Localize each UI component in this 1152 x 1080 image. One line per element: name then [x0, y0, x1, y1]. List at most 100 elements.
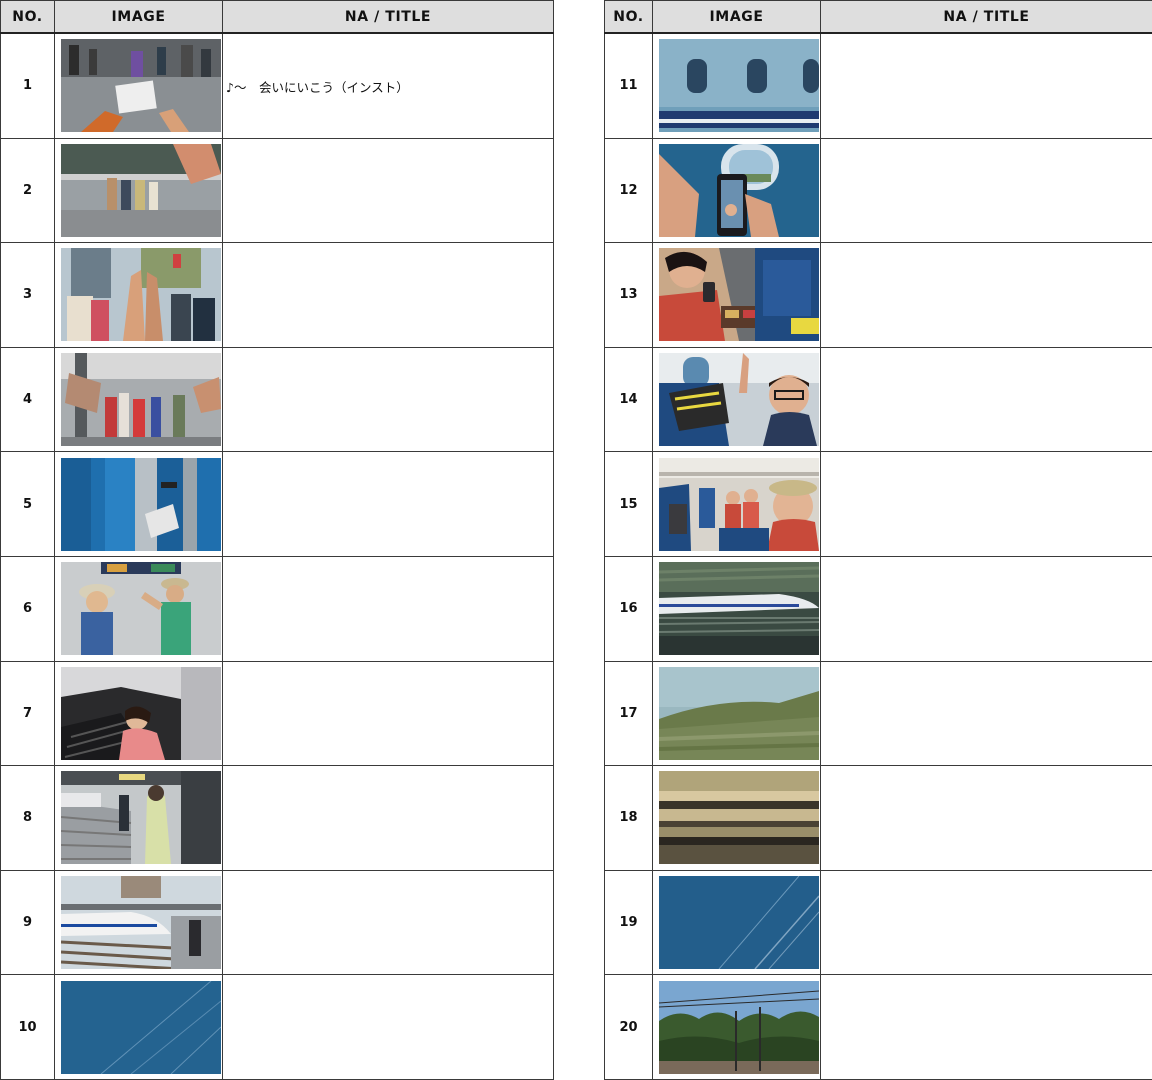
scene-number: 8: [0, 765, 55, 871]
header-image: IMAGE: [652, 0, 821, 34]
na-title-cell: [820, 765, 1152, 871]
image-cell: [652, 242, 821, 348]
image-cell: [54, 765, 223, 871]
na-title-cell: [222, 451, 554, 557]
header-image: IMAGE: [54, 0, 223, 34]
na-title-text: [821, 975, 1152, 1018]
scene-number: 14: [604, 346, 653, 453]
scene-thumbnail-image: [61, 562, 221, 656]
table-row: 13: [604, 242, 1152, 348]
scene-number: 17: [604, 660, 653, 767]
image-cell: [652, 451, 821, 557]
scene-number: 7: [0, 660, 55, 767]
na-title-text: [821, 139, 1152, 182]
scene-thumbnail: [61, 39, 221, 133]
na-title-cell: [820, 974, 1152, 1080]
scene-number: 12: [604, 137, 653, 244]
scene-thumbnail: [61, 980, 221, 1074]
image-cell: [54, 137, 223, 244]
na-title-text: ♪～ 会いにいこう（インスト）: [226, 80, 409, 95]
na-title-cell: [222, 765, 554, 871]
scene-number: 15: [604, 451, 653, 557]
na-title-cell: [820, 555, 1152, 662]
image-cell: [652, 869, 821, 976]
scene-thumbnail-image: [659, 562, 819, 656]
scene-thumbnail-image: [61, 39, 221, 133]
na-title-text: [821, 557, 1152, 600]
na-title-text: [223, 243, 553, 286]
na-title-cell: [820, 137, 1152, 244]
scene-thumbnail: [659, 980, 819, 1074]
scene-thumbnail: [659, 562, 819, 656]
image-cell: [54, 451, 223, 557]
scene-thumbnail: [61, 248, 221, 342]
na-title-cell: [820, 32, 1152, 139]
image-cell: [54, 974, 223, 1080]
scene-thumbnail-image: [61, 876, 221, 970]
image-cell: [652, 974, 821, 1080]
scene-number: 20: [604, 974, 653, 1080]
na-title-text: [821, 766, 1152, 809]
scene-number: 4: [0, 346, 55, 453]
image-cell: [652, 346, 821, 453]
scene-number: 2: [0, 137, 55, 244]
scene-thumbnail: [61, 666, 221, 760]
image-cell: [54, 242, 223, 348]
scene-number: 1: [0, 32, 55, 139]
image-cell: [652, 765, 821, 871]
scene-thumbnail-image: [61, 248, 221, 342]
scene-thumbnail-image: [659, 666, 819, 760]
table-row: 3: [0, 242, 554, 348]
table-row: 6: [0, 555, 554, 662]
scene-number: 6: [0, 555, 55, 662]
scene-number: 9: [0, 869, 55, 976]
na-title-text: [821, 662, 1152, 705]
na-title-cell: [820, 346, 1152, 453]
scene-thumbnail-image: [659, 39, 819, 133]
na-title-text: [223, 452, 553, 495]
scene-thumbnail-image: [659, 457, 819, 551]
scene-thumbnail: [659, 248, 819, 342]
na-title-text: [223, 975, 553, 1018]
scene-thumbnail-image: [61, 666, 221, 760]
scene-thumbnail-image: [659, 143, 819, 237]
scene-thumbnail-image: [61, 353, 221, 447]
table-row: 17: [604, 660, 1152, 767]
scene-thumbnail: [61, 457, 221, 551]
scene-number: 16: [604, 555, 653, 662]
scene-thumbnail-image: [659, 876, 819, 970]
scene-thumbnail-image: [659, 980, 819, 1074]
scene-number: 3: [0, 242, 55, 348]
scene-thumbnail-image: [659, 353, 819, 447]
scene-thumbnail-image: [659, 771, 819, 865]
table-row: 5: [0, 451, 554, 557]
na-title-cell: [222, 869, 554, 976]
na-title-cell: [222, 974, 554, 1080]
image-cell: [54, 660, 223, 767]
storyboard-table-right: NO. IMAGE NA / TITLE 11 12 13 14 15 16 17 18 19 2…: [604, 0, 1152, 1080]
header-no: NO.: [0, 0, 55, 34]
scene-thumbnail: [61, 876, 221, 970]
table-row: 10: [0, 974, 554, 1080]
header-no: NO.: [604, 0, 653, 34]
na-title-text: [223, 557, 553, 600]
image-cell: [54, 869, 223, 976]
na-title-cell: [820, 451, 1152, 557]
na-title-cell: [222, 137, 554, 244]
header-row: NO. IMAGE NA / TITLE: [604, 0, 1152, 34]
na-title-cell: [820, 869, 1152, 976]
header-na-title: NA / TITLE: [222, 0, 554, 34]
scene-thumbnail: [659, 457, 819, 551]
scene-thumbnail-image: [61, 980, 221, 1074]
table-row: 9: [0, 869, 554, 976]
scene-thumbnail: [659, 666, 819, 760]
image-cell: [652, 660, 821, 767]
scene-thumbnail-image: [61, 771, 221, 865]
na-title-text: [821, 34, 1152, 77]
image-cell: [652, 32, 821, 139]
table-row: 8: [0, 765, 554, 871]
table-body-left: 1 ♪～ 会いにいこう（インスト） 2 3 4 5 6 7 8 9 10: [0, 32, 554, 1080]
scene-number: 18: [604, 765, 653, 871]
image-cell: [54, 555, 223, 662]
image-cell: [652, 137, 821, 244]
